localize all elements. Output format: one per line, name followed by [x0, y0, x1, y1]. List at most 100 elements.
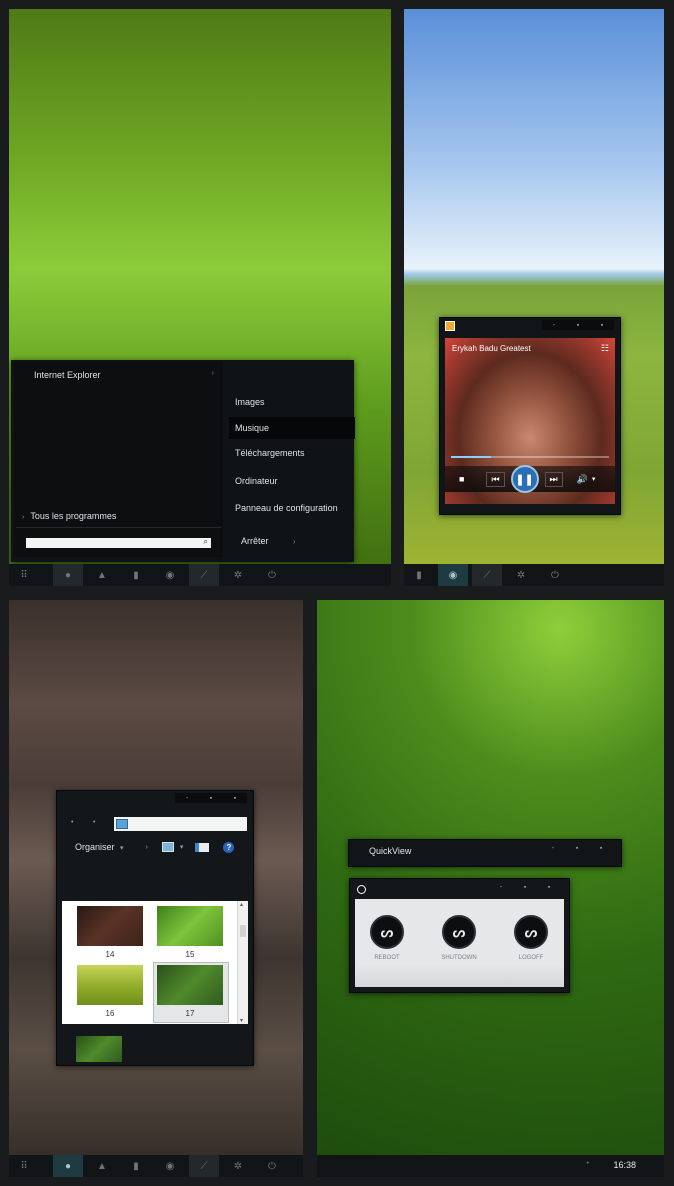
- media-icon: ◉: [165, 569, 175, 581]
- window-controls: - ▪ ▪: [489, 882, 561, 892]
- media-player-app-icon: [445, 321, 455, 331]
- start-button[interactable]: ⠿: [9, 564, 39, 586]
- chevron-down-icon[interactable]: ▾: [240, 1017, 243, 1024]
- power-icon: ⏻: [268, 1160, 276, 1172]
- user-icon: ●: [64, 569, 72, 581]
- chevron-down-icon[interactable]: ▾: [592, 475, 596, 483]
- taskbar-app-3[interactable]: ▮: [121, 1155, 151, 1177]
- taskbar-app-7[interactable]: ⏻: [257, 1155, 287, 1177]
- grid-icon: ⠿: [20, 1160, 28, 1172]
- menu-item-musique[interactable]: Musique: [229, 417, 355, 439]
- file-thumbnail-15[interactable]: [157, 906, 223, 946]
- taskbar-user[interactable]: ●: [53, 564, 83, 586]
- folder-icon: [116, 819, 128, 829]
- reboot-button[interactable]: ᔕ REBOOT: [365, 915, 409, 961]
- menu-item-panneau-de-configuration[interactable]: Panneau de configuration: [229, 497, 355, 519]
- close-button[interactable]: ▪: [589, 843, 613, 853]
- start-button[interactable]: ⠿: [9, 1155, 39, 1177]
- taskbar-app-4[interactable]: ✲: [506, 564, 536, 586]
- nav-back-icon[interactable]: •: [71, 819, 73, 826]
- maximize-button[interactable]: ▪: [513, 882, 537, 892]
- power-dialog-app-icon: [357, 885, 366, 894]
- tray-icon[interactable]: •: [587, 1160, 589, 1167]
- desktop-sky: - ▪ ▪ Erykah Badu Greatest ☷ ■ ⏮ ❚❚ ⏭ 🔊 …: [404, 9, 664, 586]
- chevron-right-icon: ›: [211, 370, 214, 377]
- scrollbar[interactable]: ▴ ▾: [237, 901, 248, 1024]
- taskbar-app-3[interactable]: ▮: [121, 564, 151, 586]
- minimize-button[interactable]: -: [541, 843, 565, 853]
- album-title: Erykah Badu Greatest: [452, 344, 531, 353]
- preview-pane-icon[interactable]: [195, 842, 210, 852]
- start-menu-right: Images Musique Téléchargements Ordinateu…: [229, 360, 355, 562]
- taskbar-app-2[interactable]: ▲: [87, 564, 117, 586]
- power-icon: ⏻: [268, 569, 276, 581]
- minimize-button[interactable]: -: [175, 793, 199, 803]
- taskbar-app-5[interactable]: ⟋: [189, 1155, 219, 1177]
- shutdown-button[interactable]: Arrêter ›: [241, 536, 295, 546]
- taskbar-app-7[interactable]: ⏻: [257, 564, 287, 586]
- pen-icon: ⟋: [200, 569, 208, 581]
- next-icon[interactable]: ⏭: [544, 471, 563, 487]
- chevron-right-icon: ›: [293, 539, 296, 546]
- logoff-button[interactable]: ᔕ LOGOFF: [509, 915, 553, 961]
- chevron-down-icon[interactable]: ▾: [180, 843, 184, 851]
- clock[interactable]: 16:38: [613, 1160, 636, 1170]
- menu-item-images[interactable]: Images: [229, 391, 355, 413]
- taskbar-app-4[interactable]: ◉: [155, 564, 185, 586]
- start-menu-left: Internet Explorer › › Tous les programmes…: [14, 362, 223, 557]
- menu-item-ordinateur[interactable]: Ordinateur: [229, 470, 355, 492]
- taskbar: ⠿ ● ▲ ▮ ◉ ⟋ ✲ ⏻: [9, 564, 391, 586]
- playlist-icon[interactable]: ☷: [601, 343, 609, 354]
- address-bar[interactable]: [114, 817, 247, 831]
- close-button[interactable]: ▪: [590, 320, 614, 330]
- view-icon[interactable]: [161, 842, 174, 852]
- stop-icon[interactable]: ■: [459, 474, 464, 484]
- desktop-leaves: QuickView - ▪ ▪ - ▪ ▪ ᔕ REBOOT ᔕ SHUTDOW…: [317, 600, 664, 1177]
- app-icon: ▲: [97, 569, 107, 581]
- search-input[interactable]: [26, 545, 196, 554]
- pause-icon[interactable]: ❚❚: [510, 465, 539, 493]
- file-thumbnail-14[interactable]: [77, 906, 143, 946]
- menu-item-telechargements[interactable]: Téléchargements: [229, 442, 355, 464]
- chevron-right-icon[interactable]: ›: [146, 844, 148, 851]
- pen-icon: ⟋: [483, 569, 491, 581]
- maximize-button[interactable]: ▪: [566, 320, 590, 330]
- menu-item-internet-explorer[interactable]: Internet Explorer ›: [34, 370, 219, 380]
- maximize-button[interactable]: ▪: [199, 793, 223, 803]
- taskbar-app-6[interactable]: ✲: [223, 1155, 253, 1177]
- file-thumbnail-16[interactable]: [77, 965, 143, 1005]
- file-thumbnail-17[interactable]: [157, 965, 223, 1005]
- help-icon[interactable]: ?: [223, 841, 235, 853]
- window-controls: - ▪ ▪: [541, 843, 613, 853]
- taskbar: • 16:38: [317, 1155, 664, 1177]
- volume-icon[interactable]: 🔊: [577, 474, 588, 485]
- minimize-button[interactable]: -: [489, 882, 513, 892]
- taskbar-app-5[interactable]: ⏻: [540, 564, 570, 586]
- shutdown-button[interactable]: ᔕ SHUTDOWN: [437, 915, 481, 961]
- minimize-button[interactable]: -: [542, 320, 566, 330]
- taskbar: ▮ ◉ ⟋ ✲ ⏻: [404, 564, 664, 586]
- file-list[interactable]: 14 15 16 17 ▴ ▾: [62, 901, 248, 1024]
- details-preview: [76, 1036, 122, 1062]
- organize-button[interactable]: Organiser ▾: [75, 842, 124, 852]
- taskbar-media-player[interactable]: ◉: [438, 564, 468, 586]
- close-button[interactable]: ▪: [223, 793, 247, 803]
- taskbar-app-1[interactable]: ▮: [404, 564, 434, 586]
- nav-forward-icon[interactable]: •: [93, 819, 95, 826]
- chevron-up-icon[interactable]: ▴: [240, 901, 243, 908]
- taskbar-user[interactable]: ●: [53, 1155, 83, 1177]
- scrollbar-thumb[interactable]: [240, 925, 246, 937]
- taskbar-app-5[interactable]: ⟋: [189, 564, 219, 586]
- toolbar: Organiser ▾ › ▾ ?: [57, 837, 253, 857]
- taskbar-app-2[interactable]: ▲: [87, 1155, 117, 1177]
- taskbar-app-4[interactable]: ◉: [155, 1155, 185, 1177]
- maximize-button[interactable]: ▪: [565, 843, 589, 853]
- taskbar-app-6[interactable]: ✲: [223, 564, 253, 586]
- seek-bar[interactable]: [451, 456, 609, 458]
- all-programs-item[interactable]: › Tous les programmes: [22, 511, 116, 521]
- previous-icon[interactable]: ⏮: [486, 471, 505, 487]
- close-button[interactable]: ▪: [537, 882, 561, 892]
- search-box[interactable]: ⌕: [26, 537, 211, 554]
- chevron-down-icon: ▾: [120, 845, 124, 852]
- taskbar-app-3[interactable]: ⟋: [472, 564, 502, 586]
